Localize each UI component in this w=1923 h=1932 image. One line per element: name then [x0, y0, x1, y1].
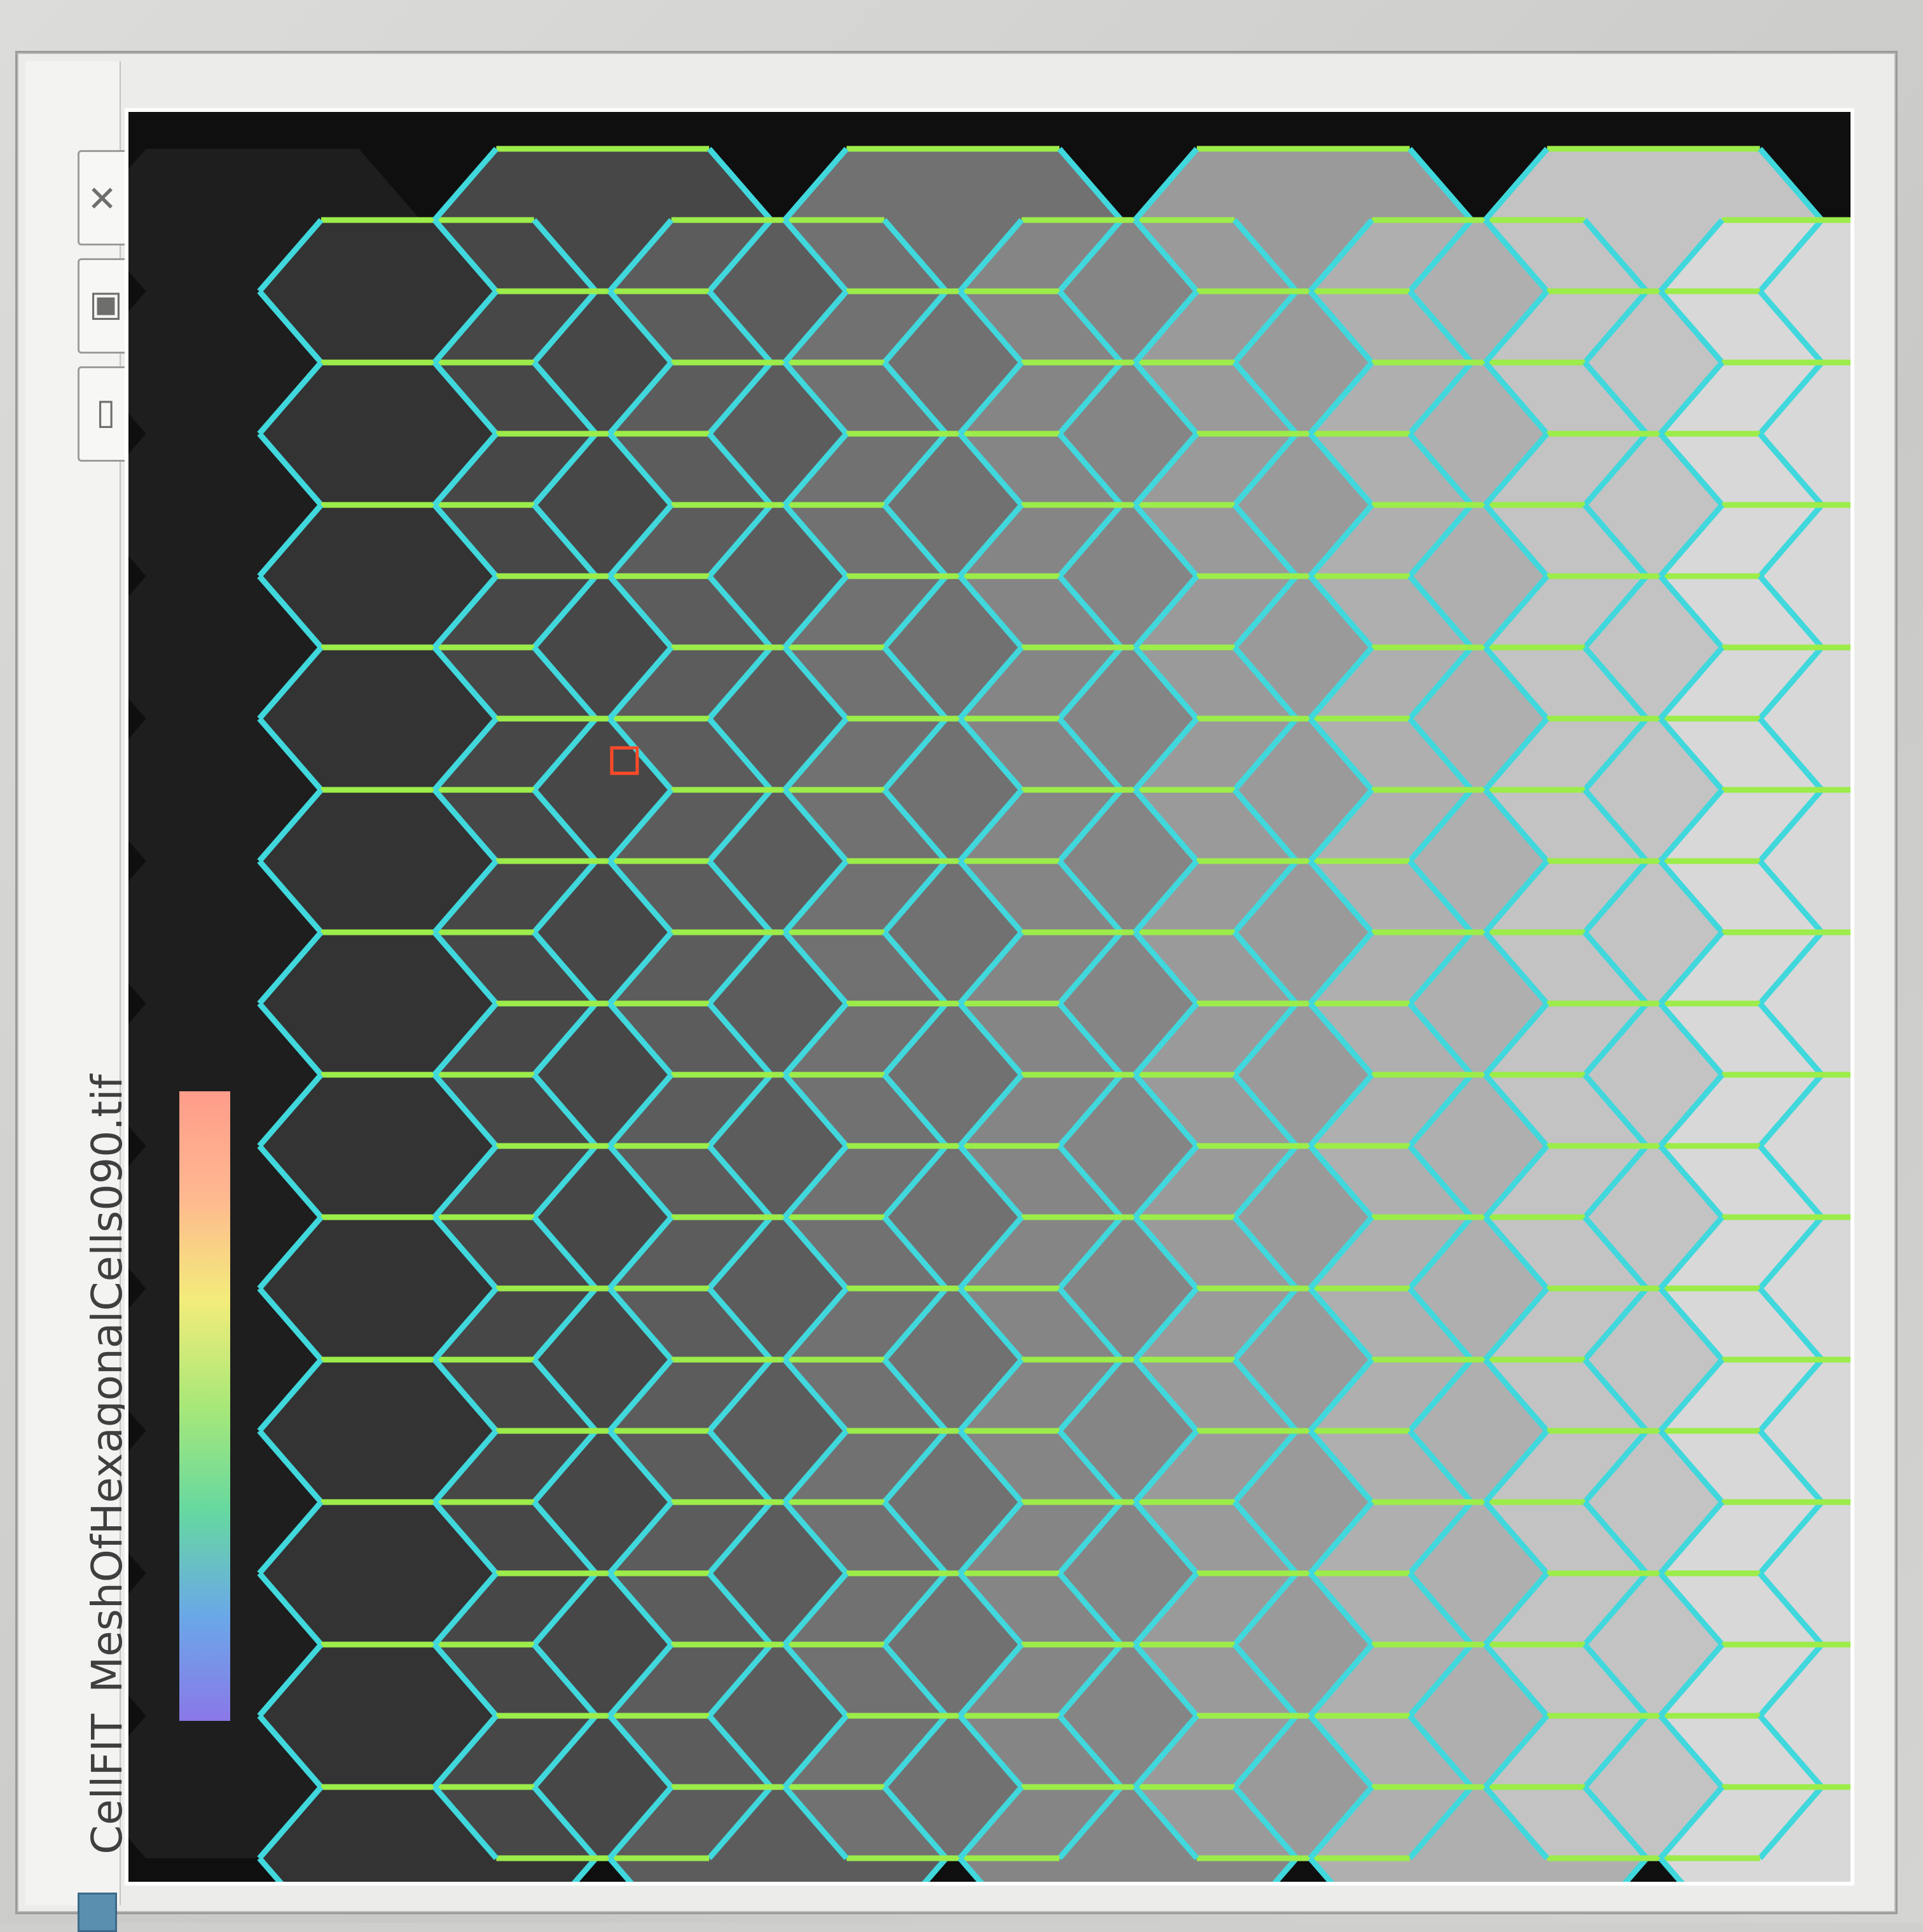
app-icon	[78, 1893, 117, 1932]
minimize-icon: ▭	[82, 397, 124, 431]
maximize-icon: ▣	[82, 289, 124, 323]
close-icon: ✕	[82, 183, 124, 213]
title-bar[interactable]: ✕ ▣ ▭ CellFIT_MeshOfHexagonalCells090.ti…	[25, 61, 132, 1932]
hex-mesh	[128, 146, 1851, 1882]
minimize-button[interactable]: ▭	[78, 366, 128, 462]
close-button[interactable]: ✕	[78, 150, 128, 245]
image-canvas[interactable]	[125, 108, 1854, 1886]
colorbar	[179, 1091, 230, 1721]
maximize-button[interactable]: ▣	[78, 258, 128, 354]
